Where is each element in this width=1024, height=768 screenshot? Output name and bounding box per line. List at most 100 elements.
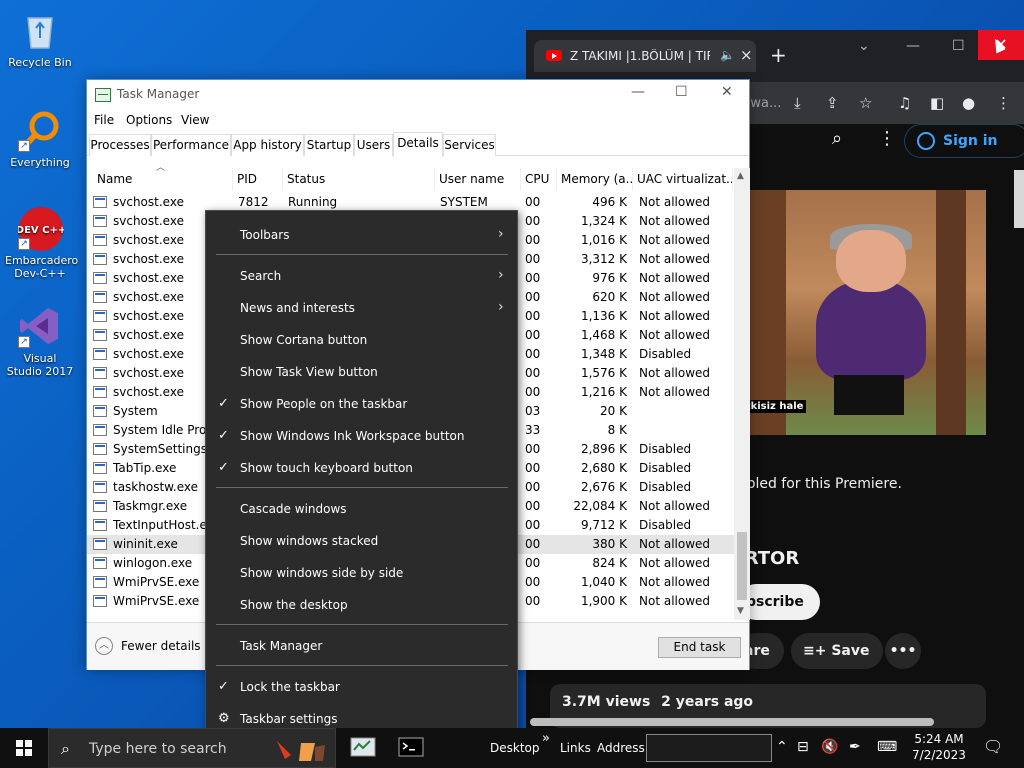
menu-item-show-windows-stacked[interactable]: Show windows stacked bbox=[206, 525, 517, 557]
browser-tab[interactable]: Z TAKIMI |1.BÖLÜM | TIRT 🔈 × bbox=[534, 40, 756, 72]
table-scrollbar[interactable]: ▲ ▼ bbox=[734, 168, 750, 620]
tab-app-history[interactable]: App history bbox=[231, 134, 304, 156]
menu-item-show-windows-ink-workspace-button[interactable]: ✓ Show Windows Ink Workspace button bbox=[206, 420, 517, 452]
media-control-icon[interactable]: ♫ bbox=[898, 94, 911, 112]
menu-file[interactable]: File bbox=[94, 113, 114, 127]
gear-icon: ⚙ bbox=[218, 711, 230, 726]
scrollbar-thumb[interactable] bbox=[737, 532, 747, 600]
scroll-up-icon[interactable]: ▲ bbox=[737, 171, 744, 181]
column-header-name[interactable]: Name bbox=[93, 168, 233, 190]
search-box[interactable]: ⌕ Type here to search bbox=[48, 728, 336, 768]
bookmark-star-icon[interactable]: ☆ bbox=[859, 94, 872, 112]
menu-item-show-cortana-button[interactable]: Show Cortana button bbox=[206, 324, 517, 356]
maximize-button[interactable]: ☐ bbox=[675, 84, 688, 100]
column-header-user-name[interactable]: User name bbox=[435, 168, 521, 190]
column-header-status[interactable]: Status bbox=[283, 168, 435, 190]
column-header-pid[interactable]: PID bbox=[233, 168, 283, 190]
menu-item-news-and-interests[interactable]: News and interests › bbox=[206, 292, 517, 324]
volume-muted-icon[interactable]: 🔇 bbox=[821, 739, 838, 755]
tab-performance[interactable]: Performance bbox=[151, 134, 231, 156]
menu-separator bbox=[216, 624, 508, 625]
desktop-icon-visual-studio[interactable]: ↗ Visual Studio 2017 bbox=[2, 304, 78, 378]
chevron-right-icon: › bbox=[498, 226, 504, 242]
sign-in-button[interactable]: Sign in bbox=[904, 124, 1024, 158]
taskbar-app-task-manager[interactable] bbox=[348, 734, 378, 762]
menu-view[interactable]: View bbox=[181, 113, 209, 127]
tab-users[interactable]: Users bbox=[354, 134, 393, 156]
video-player[interactable]: etkisiz hale bbox=[736, 190, 986, 435]
start-button[interactable] bbox=[0, 728, 48, 768]
menu-item-label: Show the desktop bbox=[240, 598, 348, 612]
desktop-icon-devcpp[interactable]: DEV C++ ↗ Embarcadero Dev-C++ bbox=[2, 206, 78, 280]
pen-workspace-icon[interactable]: ✒ bbox=[849, 739, 861, 755]
column-header-uac-virtualization[interactable]: UAC virtualizat... bbox=[633, 168, 733, 190]
search-icon: ⌕ bbox=[61, 739, 70, 758]
show-hidden-icons-icon[interactable]: ⌃ bbox=[776, 739, 788, 755]
cell-uac: Not allowed bbox=[639, 385, 711, 399]
menu-item-show-touch-keyboard-button[interactable]: ✓ Show touch keyboard button bbox=[206, 452, 517, 484]
desktop-icon-everything[interactable]: ↗ Everything bbox=[2, 108, 78, 169]
desktop-icon-recycle-bin[interactable]: Recycle Bin bbox=[2, 8, 78, 69]
tab-processes[interactable]: Processes bbox=[89, 134, 151, 156]
end-task-button[interactable]: End task bbox=[658, 637, 741, 658]
more-actions-button[interactable]: ••• bbox=[885, 633, 921, 669]
address-toolbar-input[interactable] bbox=[646, 734, 772, 762]
download-icon[interactable]: ⤓ bbox=[794, 94, 801, 112]
menu-item-search[interactable]: Search › bbox=[206, 260, 517, 292]
taskbar-app-command-prompt[interactable] bbox=[396, 734, 426, 762]
menu-item-cascade-windows[interactable]: Cascade windows bbox=[206, 493, 517, 525]
cell-uac: Not allowed bbox=[639, 328, 711, 342]
side-panel-icon[interactable]: ◧ bbox=[930, 94, 944, 112]
menu-item-label: News and interests bbox=[240, 301, 355, 315]
close-tab-icon[interactable]: × bbox=[740, 46, 753, 64]
address-bar[interactable]: /wa... bbox=[746, 96, 781, 111]
save-button[interactable]: ≡+ Save bbox=[791, 633, 883, 669]
clock[interactable]: 5:24 AM 7/2/2023 bbox=[904, 731, 974, 763]
links-toolbar[interactable]: Links bbox=[560, 741, 591, 755]
menu-item-task-manager[interactable]: Task Manager bbox=[206, 630, 517, 662]
cell-pid: 7812 bbox=[238, 195, 269, 209]
tab-services[interactable]: Services bbox=[443, 134, 496, 156]
touch-keyboard-icon[interactable]: ⌨ bbox=[877, 739, 897, 755]
menu-item-toolbars[interactable]: Toolbars › bbox=[206, 219, 517, 251]
vertical-scrollbar[interactable] bbox=[1014, 170, 1024, 228]
more-vertical-icon[interactable]: ⋮ bbox=[878, 128, 896, 149]
subscribe-button[interactable]: bscribe bbox=[738, 584, 820, 620]
menu-item-show-people-on-the-taskbar[interactable]: ✓ Show People on the taskbar bbox=[206, 388, 517, 420]
horizontal-scrollbar[interactable] bbox=[530, 718, 934, 726]
column-header-memory[interactable]: Memory (a... bbox=[557, 168, 633, 190]
tab-search-chevron-icon[interactable]: ⌄ bbox=[858, 38, 870, 54]
desktop-toolbar[interactable]: Desktop bbox=[490, 741, 540, 755]
cell-mem: 824 K bbox=[592, 556, 627, 570]
menu-item-label: Show windows side by side bbox=[240, 566, 404, 580]
tab-startup[interactable]: Startup bbox=[304, 134, 354, 156]
recycle-bin-icon bbox=[18, 8, 62, 52]
menu-item-show-task-view-button[interactable]: Show Task View button bbox=[206, 356, 517, 388]
column-header-cpu[interactable]: CPU bbox=[521, 168, 557, 190]
cell-uac: Not allowed bbox=[639, 195, 711, 209]
network-icon[interactable]: ⊟ bbox=[797, 739, 809, 755]
scroll-down-icon[interactable]: ▼ bbox=[737, 606, 744, 616]
search-icon[interactable]: ⌕ bbox=[832, 128, 842, 149]
menu-item-lock-the-taskbar[interactable]: ✓ Lock the taskbar bbox=[206, 671, 517, 703]
cell-mem: 1,040 K bbox=[580, 575, 627, 589]
toolbar-overflow-icon[interactable]: » bbox=[542, 731, 550, 746]
menu-item-show-windows-side-by-side[interactable]: Show windows side by side bbox=[206, 557, 517, 589]
minimize-button[interactable]: — bbox=[631, 84, 645, 100]
share-icon[interactable]: ⇪ bbox=[826, 94, 839, 112]
close-button[interactable]: ✕ bbox=[721, 84, 733, 100]
title-bar[interactable]: Task Manager — ☐ ✕ bbox=[87, 80, 749, 110]
profile-icon[interactable]: ● bbox=[962, 94, 975, 112]
process-icon bbox=[93, 386, 107, 398]
speaker-icon[interactable]: 🔈 bbox=[720, 48, 735, 62]
notification-icon[interactable]: 🗨 bbox=[983, 737, 1003, 756]
menu-options[interactable]: Options bbox=[126, 113, 172, 127]
taskbar[interactable]: ⌕ Type here to search Desktop » Links Ad… bbox=[0, 728, 1024, 768]
menu-item-show-the-desktop[interactable]: Show the desktop bbox=[206, 589, 517, 621]
process-icon bbox=[93, 348, 107, 360]
more-menu-icon[interactable]: ⋮ bbox=[996, 94, 1011, 112]
minimize-button[interactable]: — bbox=[906, 38, 920, 54]
tab-details[interactable]: Details bbox=[393, 132, 443, 157]
maximize-button[interactable]: ☐ bbox=[952, 38, 965, 54]
new-tab-button[interactable]: + bbox=[770, 43, 787, 67]
